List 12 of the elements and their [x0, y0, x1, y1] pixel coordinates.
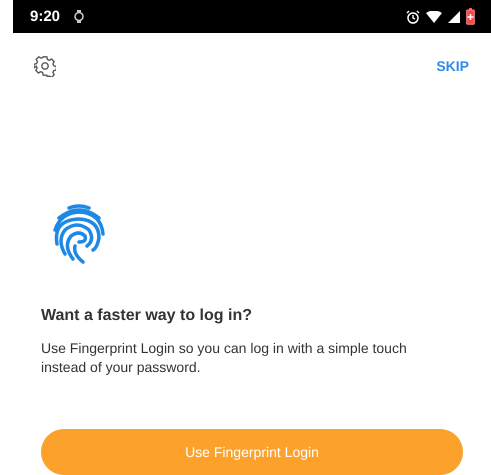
skip-button[interactable]: SKIP: [436, 58, 469, 74]
wifi-icon: [426, 10, 442, 22]
signal-icon: [448, 10, 460, 22]
settings-icon[interactable]: [34, 55, 56, 77]
prompt-title: Want a faster way to log in?: [41, 307, 253, 325]
fingerprint-icon: [51, 204, 107, 264]
prompt-description: Use Fingerprint Login so you can log in with a simple touch instead of your password.: [41, 339, 408, 377]
fingerprint-login-button[interactable]: Use Fingerprint Login: [41, 429, 463, 475]
watch-icon: [74, 10, 84, 23]
alarm-icon: [406, 10, 420, 24]
status-time: 9:20: [30, 8, 60, 25]
battery-icon: [466, 8, 475, 25]
